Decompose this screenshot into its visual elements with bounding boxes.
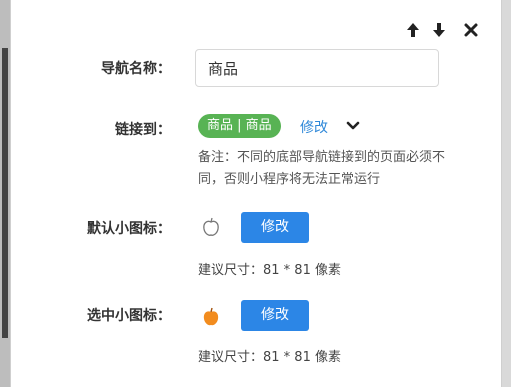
modify-link-button[interactable]: 修改 [300, 117, 328, 137]
nav-name-label: 导航名称： [101, 61, 171, 77]
link-to-label: 链接到： [115, 122, 171, 138]
link-target-badge: 商品 | 商品 [198, 114, 281, 138]
selected-icon-label: 选中小图标： [87, 308, 171, 324]
link-note-text: 备注：不同的底部导航链接到的页面必须不同，否则小程序将无法正常运行 [198, 150, 446, 187]
close-icon[interactable] [463, 22, 479, 38]
arrow-up-icon[interactable] [405, 22, 421, 38]
background-strip [0, 0, 10, 387]
selected-icon-preview [201, 306, 221, 328]
chevron-down-icon[interactable] [345, 118, 361, 132]
default-icon-preview [201, 216, 221, 238]
selected-icon-size-hint: 建议尺寸：81 * 81 像素 [198, 350, 341, 365]
arrow-down-icon[interactable] [431, 22, 447, 38]
selected-icon-modify-button[interactable]: 修改 [241, 300, 309, 331]
background-bar [2, 48, 8, 338]
nav-item-editor-panel: 导航名称： 链接到： 商品 | 商品 修改 备注：不同的底部导航链接到的页面必须… [10, 0, 502, 387]
default-icon-modify-button[interactable]: 修改 [241, 212, 309, 243]
default-icon-size-hint: 建议尺寸：81 * 81 像素 [198, 263, 341, 278]
default-icon-label: 默认小图标： [87, 221, 171, 237]
nav-name-input[interactable] [195, 49, 439, 87]
